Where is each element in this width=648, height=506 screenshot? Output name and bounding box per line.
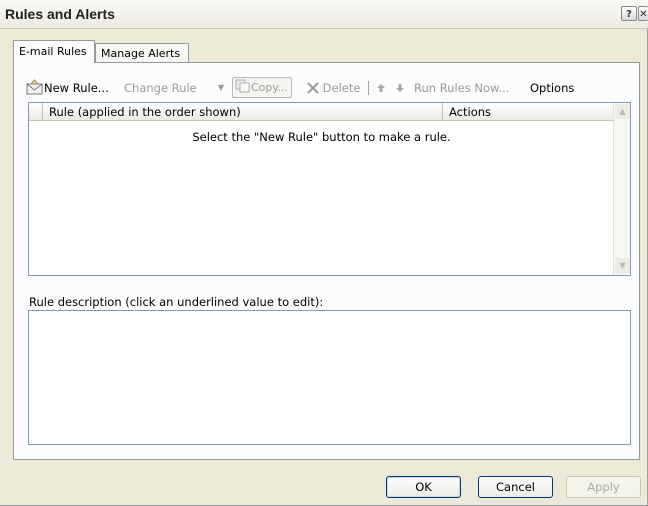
run-rules-now-button[interactable]: Run Rules Now... bbox=[414, 77, 509, 99]
ok-button[interactable]: OK bbox=[386, 476, 461, 498]
options-button[interactable]: Options bbox=[530, 77, 574, 99]
copy-icon bbox=[235, 79, 250, 93]
change-rule-button[interactable]: Change Rule bbox=[124, 77, 197, 99]
new-rule-button[interactable]: New Rule... bbox=[26, 77, 109, 99]
title-bar: Rules and Alerts ? ✕ bbox=[0, 0, 648, 29]
delete-button[interactable]: Delete bbox=[307, 77, 360, 99]
new-rule-label: New Rule... bbox=[44, 81, 109, 95]
tab-email-rules[interactable]: E-mail Rules bbox=[13, 40, 95, 63]
column-header-actions[interactable]: Actions bbox=[443, 103, 614, 121]
caret-down-icon: ▼ bbox=[218, 83, 225, 92]
rules-toolbar: New Rule... Change Rule ▼ Copy... Delete bbox=[20, 77, 620, 99]
rule-description-label: Rule description (click an underlined va… bbox=[29, 295, 324, 309]
move-down-button[interactable] bbox=[395, 77, 405, 99]
change-rule-dropdown[interactable]: ▼ bbox=[218, 77, 224, 99]
tab-manage-alerts[interactable]: Manage Alerts bbox=[95, 43, 189, 62]
rules-and-alerts-dialog: Rules and Alerts ? ✕ E-mail Rules Manage… bbox=[0, 0, 648, 506]
help-button[interactable]: ? bbox=[621, 6, 637, 21]
close-button[interactable]: ✕ bbox=[638, 6, 648, 21]
delete-label: Delete bbox=[322, 81, 361, 95]
rule-description-box[interactable] bbox=[28, 310, 631, 445]
vertical-scrollbar[interactable]: ▲ ▼ bbox=[613, 103, 630, 275]
rules-list[interactable]: Rule (applied in the order shown) Action… bbox=[28, 102, 631, 276]
scroll-up-icon[interactable]: ▲ bbox=[615, 104, 630, 119]
cancel-button[interactable]: Cancel bbox=[478, 476, 553, 498]
column-header-rule[interactable]: Rule (applied in the order shown) bbox=[43, 103, 443, 121]
apply-button[interactable]: Apply bbox=[566, 476, 641, 498]
move-up-button[interactable] bbox=[376, 77, 386, 99]
arrow-down-icon bbox=[396, 84, 404, 92]
toolbar-separator bbox=[368, 81, 369, 95]
copy-label: Copy... bbox=[251, 81, 288, 94]
envelope-new-icon bbox=[26, 79, 43, 95]
window-title: Rules and Alerts bbox=[5, 6, 115, 22]
rules-list-header: Rule (applied in the order shown) Action… bbox=[29, 103, 614, 122]
empty-list-message: Select the "New Rule" button to make a r… bbox=[192, 130, 451, 144]
column-header-checkbox[interactable] bbox=[29, 103, 43, 121]
arrow-up-icon bbox=[377, 84, 385, 92]
delete-x-icon bbox=[307, 82, 319, 94]
copy-button[interactable]: Copy... bbox=[232, 77, 292, 98]
scroll-down-icon[interactable]: ▼ bbox=[615, 258, 630, 273]
